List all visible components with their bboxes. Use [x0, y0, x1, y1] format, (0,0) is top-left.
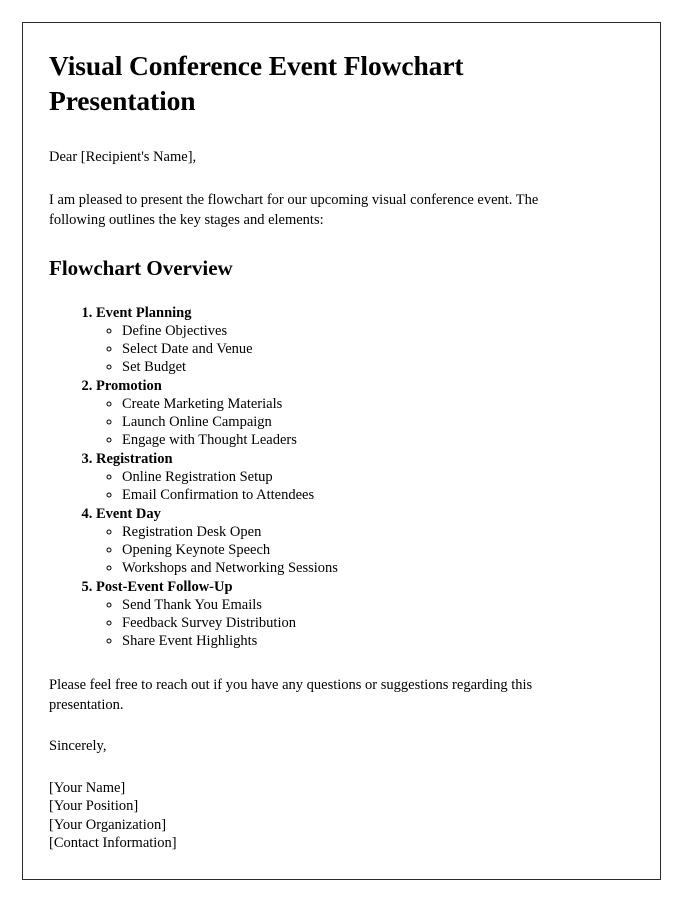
stage-label: Promotion: [96, 377, 162, 394]
page-title: Visual Conference Event Flowchart Presen…: [49, 50, 464, 116]
intro-paragraph: I am pleased to present the flowchart fo…: [49, 191, 539, 229]
flowchart-stage-list: Event Planning Define Objectives Select …: [49, 304, 588, 651]
substep-list: Send Thank You Emails Feedback Survey Di…: [96, 596, 588, 651]
substep-list: Online Registration Setup Email Confirma…: [96, 468, 588, 505]
signoff-text: Sincerely,: [49, 738, 107, 755]
substep-item: Define Objectives: [122, 322, 588, 340]
substep-list: Define Objectives Select Date and Venue …: [96, 322, 588, 377]
substep-item: Select Date and Venue: [122, 340, 588, 358]
substep-item: Opening Keynote Speech: [122, 541, 588, 559]
substep-list: Registration Desk Open Opening Keynote S…: [96, 523, 588, 578]
substep-item: Create Marketing Materials: [122, 395, 588, 413]
substep-item: Online Registration Setup: [122, 468, 588, 486]
salutation-text: Dear [Recipient's Name],: [49, 149, 197, 166]
document-page: Visual Conference Event Flowchart Presen…: [22, 22, 661, 880]
signature-line-name: [Your Name]: [49, 779, 126, 796]
substep-item: Email Confirmation to Attendees: [122, 486, 588, 504]
section-heading-flowchart-overview: Flowchart Overview: [49, 256, 233, 281]
substep-item: Engage with Thought Leaders: [122, 431, 588, 449]
stage-label: Registration: [96, 450, 173, 467]
stage-label: Event Day: [96, 505, 161, 522]
stage-item: Registration Online Registration Setup E…: [96, 450, 588, 505]
document-body: Visual Conference Event Flowchart Presen…: [23, 23, 660, 852]
signature-line-position: [Your Position]: [49, 798, 139, 815]
substep-item: Launch Online Campaign: [122, 413, 588, 431]
signature-block: [Your Name] [Your Position] [Your Organi…: [49, 779, 588, 853]
substep-item: Send Thank You Emails: [122, 596, 588, 614]
stage-item: Post-Event Follow-Up Send Thank You Emai…: [96, 578, 588, 651]
stage-item: Event Day Registration Desk Open Opening…: [96, 505, 588, 578]
signature-line-organization: [Your Organization]: [49, 816, 167, 833]
substep-item: Set Budget: [122, 358, 588, 376]
stage-item: Promotion Create Marketing Materials Lau…: [96, 377, 588, 450]
signature-line-contact: [Contact Information]: [49, 835, 177, 852]
substep-item: Registration Desk Open: [122, 523, 588, 541]
stage-item: Event Planning Define Objectives Select …: [96, 304, 588, 377]
substep-item: Workshops and Networking Sessions: [122, 559, 588, 577]
stage-label: Post-Event Follow-Up: [96, 578, 233, 595]
closing-paragraph: Please feel free to reach out if you hav…: [49, 676, 533, 713]
substep-item: Share Event Highlights: [122, 632, 588, 650]
stage-label: Event Planning: [96, 304, 192, 321]
substep-list: Create Marketing Materials Launch Online…: [96, 395, 588, 450]
substep-item: Feedback Survey Distribution: [122, 614, 588, 632]
